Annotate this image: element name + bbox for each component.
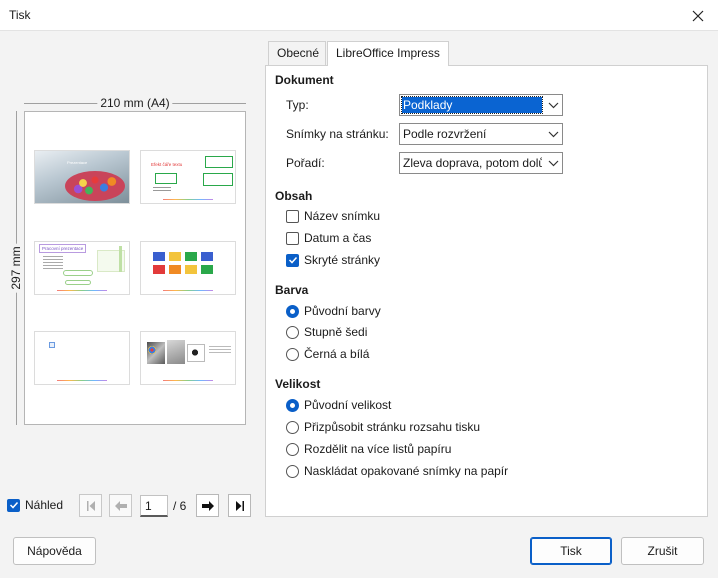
print-button[interactable]: Tisk	[530, 537, 612, 565]
option-label: Černá a bílá	[304, 347, 370, 361]
type-select[interactable]: Podklady	[399, 94, 563, 116]
help-button[interactable]: Nápověda	[13, 537, 96, 565]
slide-name-checkbox[interactable]	[286, 209, 299, 223]
page-total: / 6	[173, 499, 187, 513]
tab-general[interactable]: Obecné	[268, 41, 326, 65]
chevron-down-icon	[548, 102, 558, 108]
arrow-left-icon	[114, 500, 127, 511]
chevron-down-icon	[548, 160, 558, 166]
close-button[interactable]	[678, 0, 718, 31]
first-page-button[interactable]	[79, 494, 102, 517]
black-white-radio[interactable]	[286, 347, 299, 361]
height-dimension: 297 mm	[8, 111, 24, 425]
type-label: Typ:	[286, 98, 309, 112]
original-colors-radio[interactable]	[286, 304, 299, 318]
slide-thumbnail-title: Prezentace	[67, 160, 88, 165]
height-label: 297 mm	[9, 243, 23, 293]
slide-thumbnail-title: Pracovní prezentace	[39, 244, 87, 253]
next-page-button[interactable]	[196, 494, 219, 517]
option-label: Název snímku	[304, 209, 381, 223]
slide-thumbnail-6	[140, 331, 236, 385]
option-label: Původní velikost	[304, 398, 392, 412]
option-label: Naskládat opakované snímky na papír	[304, 464, 509, 478]
date-time-checkbox[interactable]	[286, 231, 299, 245]
slide-thumbnail-1: Prezentace	[34, 150, 130, 204]
tile-sheets-radio[interactable]	[286, 442, 299, 456]
order-value: Zleva doprava, potom dolů	[403, 156, 542, 170]
settings-panel: Dokument Typ: Podklady Snímky na stránku…	[265, 65, 708, 517]
section-color: Barva	[275, 283, 309, 297]
section-document: Dokument	[275, 73, 334, 87]
grayscale-radio[interactable]	[286, 325, 299, 339]
order-label: Pořadí:	[286, 156, 325, 170]
tab-libreoffice-impress[interactable]: LibreOffice Impress	[327, 41, 449, 66]
section-size: Velikost	[275, 377, 321, 391]
option-original-colors[interactable]: Původní barvy	[286, 304, 381, 318]
checkmark-icon	[9, 501, 18, 509]
option-label: Přizpůsobit stránku rozsahu tisku	[304, 420, 481, 434]
width-dimension: 210 mm (A4)	[24, 95, 246, 111]
option-black-white[interactable]: Černá a bílá	[286, 347, 369, 361]
preview-checkbox[interactable]	[7, 498, 20, 512]
chevron-down-icon	[548, 131, 558, 137]
slide-thumbnail-title: Efekt čáře textu	[151, 162, 183, 167]
option-label: Skryté stránky	[304, 253, 381, 267]
option-fit-page[interactable]: Přizpůsobit stránku rozsahu tisku	[286, 420, 480, 434]
checkmark-icon	[288, 256, 297, 264]
previous-page-button[interactable]	[109, 494, 132, 517]
option-date-time[interactable]: Datum a čas	[286, 231, 371, 245]
option-tile-repeated[interactable]: Naskládat opakované snímky na papír	[286, 464, 508, 478]
title-bar: Tisk	[0, 0, 718, 31]
option-label: Původní barvy	[304, 304, 381, 318]
slide-thumbnail-4	[140, 241, 236, 295]
last-page-button[interactable]	[228, 494, 251, 517]
section-content: Obsah	[275, 189, 313, 203]
preview-toggle[interactable]: Náhled	[7, 498, 63, 512]
first-page-icon	[86, 500, 95, 511]
page-number-input[interactable]: 1	[140, 495, 168, 517]
option-original-size[interactable]: Původní velikost	[286, 398, 391, 412]
fit-page-radio[interactable]	[286, 420, 299, 434]
option-hidden-pages[interactable]: Skryté stránky	[286, 253, 380, 267]
print-preview-page: Prezentace Efekt čáře textu Pracovní pre…	[24, 111, 246, 425]
type-value: Podklady	[401, 96, 543, 114]
option-label: Datum a čas	[304, 231, 372, 245]
order-select[interactable]: Zleva doprava, potom dolů	[399, 152, 563, 174]
preview-label: Náhled	[25, 498, 64, 512]
option-slide-name[interactable]: Název snímku	[286, 209, 380, 223]
option-label: Stupně šedi	[304, 325, 368, 339]
slides-per-page-select[interactable]: Podle rozvržení	[399, 123, 563, 145]
slides-per-page-value: Podle rozvržení	[403, 127, 487, 141]
tile-repeated-radio[interactable]	[286, 464, 299, 478]
slide-thumbnail-5	[34, 331, 130, 385]
window-title: Tisk	[9, 8, 31, 22]
width-label: 210 mm (A4)	[97, 96, 173, 110]
close-icon	[692, 10, 704, 21]
option-tile-sheets[interactable]: Rozdělit na více listů papíru	[286, 442, 451, 456]
original-size-radio[interactable]	[286, 398, 299, 412]
hidden-pages-checkbox[interactable]	[286, 253, 299, 267]
option-label: Rozdělit na více listů papíru	[304, 442, 452, 456]
last-page-icon	[235, 500, 244, 511]
option-grayscale[interactable]: Stupně šedi	[286, 325, 367, 339]
arrow-right-icon	[201, 500, 214, 511]
slide-thumbnail-2: Efekt čáře textu	[140, 150, 236, 204]
slides-per-page-label: Snímky na stránku:	[286, 127, 389, 141]
slide-thumbnail-3: Pracovní prezentace	[34, 241, 130, 295]
cancel-button[interactable]: Zrušit	[621, 537, 704, 565]
